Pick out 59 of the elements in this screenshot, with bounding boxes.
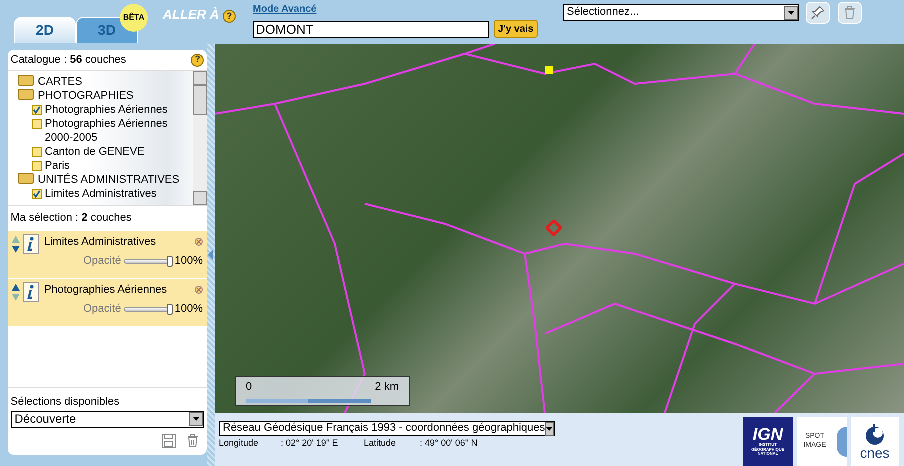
longitude-label: Longitude [219,437,259,450]
trash-icon[interactable] [186,433,199,450]
opacity-value: 100% [174,302,203,317]
move-up-icon[interactable] [12,284,20,290]
latitude-label: Latitude [364,437,396,450]
layer-label[interactable]: Photographies Aériennes [45,103,168,117]
folder-label[interactable]: UNITÉS ADMINISTRATIVES [38,173,180,187]
folder-icon [18,75,34,86]
scale-end-label: 2 km [375,380,399,395]
search-field[interactable]: DOMONT [253,21,489,38]
delete-button[interactable] [838,2,862,24]
projection-select[interactable]: Réseau Géodésique Français 1993 - coordonnées géographiques [219,421,555,436]
view-tab[interactable]: 2D [14,17,76,43]
advanced-mode-link[interactable]: Mode Avancé [253,2,317,17]
opacity-label: Opacité [83,254,122,269]
folder-label[interactable]: PHOTOGRAPHIES [38,89,134,103]
opacity-label: Opacité [83,302,122,317]
folder-icon [18,89,34,100]
selection-title: Ma sélection : 2 couches [10,211,133,226]
presets-label: Sélections disponibles [10,395,121,410]
point-marker-icon [545,66,553,74]
layer-name: Photographies Aériennes [44,282,168,298]
presets-select[interactable]: Découverte [10,410,204,428]
logo-text: IGN [752,426,784,443]
layer-checkbox[interactable] [32,189,42,199]
collapse-arrow-icon[interactable] [207,250,215,260]
logo-text: cnes [860,446,890,460]
trash-icon[interactable] [844,6,856,20]
layer-checkbox[interactable] [32,119,42,129]
layer-label[interactable]: Paris [45,159,70,173]
layer-label[interactable]: Canton de GENEVE [45,145,145,159]
catalogue-title: Catalogue : 56 couches [10,52,126,68]
pin-icon[interactable] [811,6,825,20]
move-down-icon[interactable] [12,246,20,252]
location-marker-icon [546,220,562,236]
save-icon[interactable] [162,433,176,450]
scrollbar[interactable] [193,71,207,205]
layer-checkbox[interactable] [32,105,42,115]
scale-start-label: 0 [246,380,252,395]
cnes-emblem-icon [864,424,886,446]
help-icon[interactable]: ? [191,54,204,66]
folder-label[interactable]: CARTES [38,75,82,89]
longitude-value: : 02° 20' 19'' E [281,437,338,450]
opacity-value: 100% [174,254,203,269]
splitter-handle[interactable] [207,44,215,466]
favorites-select[interactable]: Sélectionnez... [563,4,799,21]
layer-checkbox[interactable] [32,161,42,171]
goto-label: ALLER À [163,7,220,22]
latitude-value: : 49° 00' 06'' N [420,437,478,450]
aerial-map-drawing[interactable] [215,44,904,413]
layer-label[interactable]: Photographies Aériennes 2000-2005 [45,117,193,145]
pin-button[interactable] [806,2,830,24]
beta-badge: BÊTA [120,4,148,32]
layer-checkbox[interactable] [32,147,42,157]
go-button[interactable]: J'y vais [494,20,538,38]
layer-name: Limites Administratives [44,234,156,250]
layer-label[interactable]: Limites Administratives [45,187,157,201]
help-icon[interactable]: ? [222,10,236,24]
folder-icon [18,173,34,184]
